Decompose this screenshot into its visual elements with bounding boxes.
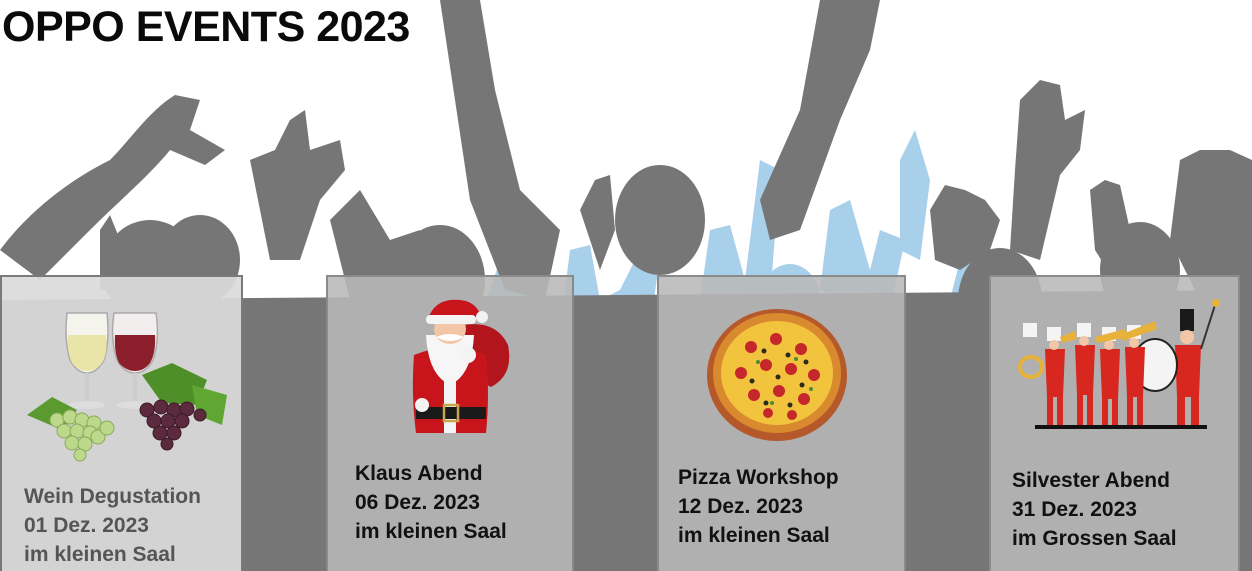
event-info: Wein Degustation 01 Dez. 2023 im kleinen…	[24, 482, 201, 569]
event-name: Klaus Abend	[355, 462, 483, 485]
event-card-silvester-abend[interactable]: Silvester Abend 31 Dez. 2023 im Grossen …	[989, 275, 1240, 571]
wine-grapes-icon	[27, 312, 227, 462]
event-date: 01 Dez. 2023	[24, 514, 149, 537]
page-title: OPPO EVENTS 2023	[2, 3, 410, 51]
event-location: im Grossen Saal	[1012, 527, 1177, 550]
marching-band-icon	[1018, 299, 1220, 429]
event-name: Pizza Workshop	[678, 466, 839, 489]
event-card-pizza-workshop[interactable]: Pizza Workshop 12 Dez. 2023 im kleinen S…	[657, 275, 906, 571]
event-name: Silvester Abend	[1012, 469, 1170, 492]
event-info: Pizza Workshop 12 Dez. 2023 im kleinen S…	[678, 463, 839, 550]
event-date: 06 Dez. 2023	[355, 491, 480, 514]
event-card-wine-tasting[interactable]: Wein Degustation 01 Dez. 2023 im kleinen…	[0, 275, 243, 571]
event-name: Wein Degustation	[24, 485, 201, 508]
event-date: 31 Dez. 2023	[1012, 498, 1137, 521]
pizza-icon	[707, 309, 847, 441]
event-location: im kleinen Saal	[24, 543, 176, 566]
event-info: Klaus Abend 06 Dez. 2023 im kleinen Saal	[355, 459, 507, 546]
event-location: im kleinen Saal	[678, 524, 830, 547]
event-location: im kleinen Saal	[355, 520, 507, 543]
event-date: 12 Dez. 2023	[678, 495, 803, 518]
event-card-klaus-abend[interactable]: Klaus Abend 06 Dez. 2023 im kleinen Saal	[326, 275, 574, 571]
event-info: Silvester Abend 31 Dez. 2023 im Grossen …	[1012, 466, 1177, 553]
santa-claus-icon	[412, 299, 510, 433]
